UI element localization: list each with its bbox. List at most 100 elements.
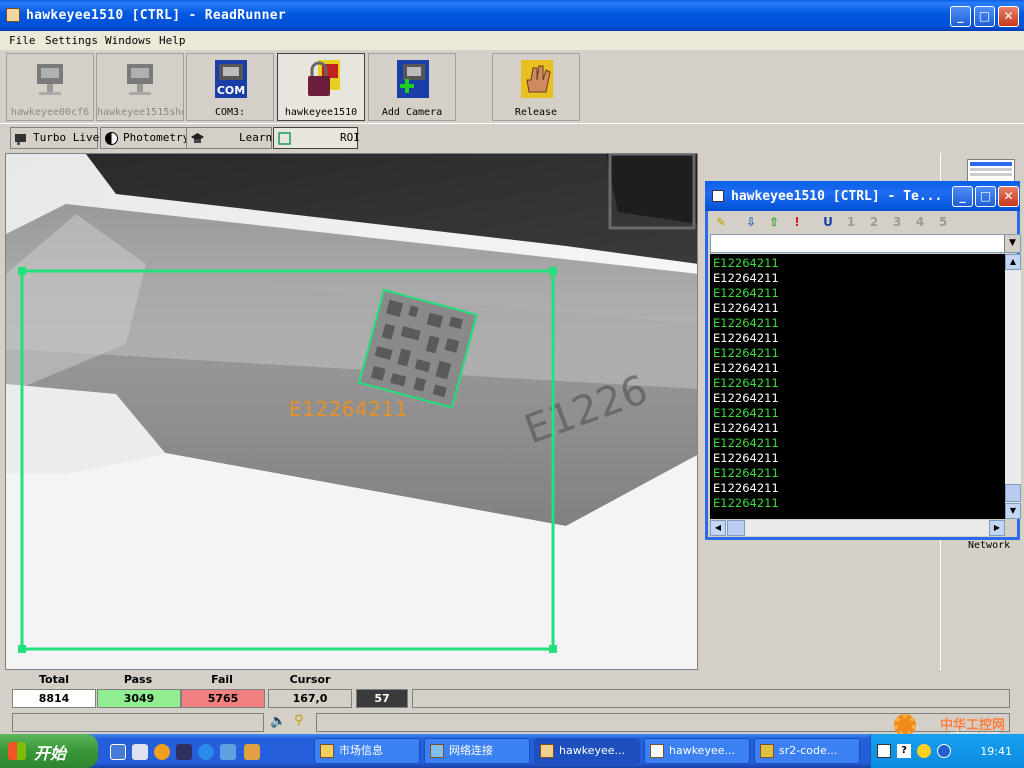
pixel-value: 57 [356, 689, 408, 708]
terminal-line: E12264211 [713, 481, 779, 495]
menu-windows[interactable]: Windows [105, 34, 151, 47]
tray-app-icon[interactable] [917, 744, 931, 758]
scroll-down-icon[interactable]: ▼ [1005, 503, 1021, 519]
quicklaunch-terminal-icon[interactable] [176, 744, 192, 760]
terminal-line: E12264211 [713, 301, 779, 315]
task-label: 市场信息 [339, 744, 383, 757]
terminal-vertical-scrollbar[interactable]: ▲ ▼ [1005, 254, 1021, 519]
scroll-left-icon[interactable]: ◀ [710, 520, 726, 536]
terminal-titlebar[interactable]: hawkeyee1510 [CTRL] - Te... _ □ ✕ [705, 181, 1020, 211]
trigger-icon[interactable]: ⚲ [294, 713, 308, 731]
gear-icon [894, 714, 916, 736]
camera-tile-hawkeyee1515shd[interactable]: hawkeyee1515shd [96, 53, 184, 121]
roi-handle-top-left[interactable] [18, 267, 26, 275]
terminal-line: E12264211 [713, 346, 779, 360]
terminal-line: E12264211 [713, 286, 779, 300]
camera-mini-icon [15, 134, 26, 145]
quicklaunch-network-icon[interactable] [220, 744, 236, 760]
scroll-thumb[interactable] [1005, 484, 1021, 502]
mode-label: Photometry [123, 131, 190, 144]
terminal-command-combo[interactable]: ▼ [710, 234, 1021, 253]
upload-icon[interactable]: ⇧ [766, 214, 782, 230]
chevron-down-icon[interactable]: ▼ [1004, 235, 1020, 252]
scroll-up-icon[interactable]: ▲ [1005, 254, 1021, 270]
channel-3-button[interactable]: 3 [889, 214, 905, 230]
tray-network-icon[interactable] [937, 744, 951, 758]
terminal-title: hawkeyee1510 [CTRL] - Te... [731, 189, 943, 204]
statistics-bar: Total Pass Fail Cursor 8814 3049 5765 16… [0, 670, 1024, 734]
speaker-icon[interactable]: 🔈 [270, 714, 286, 730]
task-button-1[interactable]: 市场信息 [314, 738, 420, 764]
folder-icon [320, 744, 334, 758]
camera-tile-hawkeyee00cf6[interactable]: hawkeyee00cf6 [6, 53, 94, 121]
terminal-close-button[interactable]: ✕ [998, 186, 1019, 207]
photometry-button[interactable]: Photometry [100, 127, 194, 149]
fail-count: 5765 [181, 689, 265, 708]
quicklaunch-ie-icon[interactable] [198, 744, 214, 760]
terminal-minimize-button[interactable]: _ [952, 186, 973, 207]
quicklaunch-document-icon[interactable] [132, 744, 148, 760]
task-button-3[interactable]: hawkeyee... [534, 738, 640, 764]
camera-label: Add Camera [381, 107, 443, 118]
minimize-button[interactable]: _ [950, 6, 971, 27]
camera-label: Release [514, 107, 558, 118]
terminal-line: E12264211 [713, 376, 779, 390]
camera-tile-com3[interactable]: COM COM3: [186, 53, 274, 121]
channel-4-button[interactable]: 4 [912, 214, 928, 230]
total-label: Total [38, 673, 70, 686]
desktop: hawkeyee1510 [CTRL] - ReadRunner _ □ ✕ F… [0, 0, 1024, 768]
terminal-output[interactable]: E12264211 E12264211 E12264211 E12264211 E122… [710, 254, 1005, 519]
task-button-5[interactable]: sr2-code... [754, 738, 860, 764]
scroll-right-icon[interactable]: ▶ [989, 520, 1005, 536]
task-button-4[interactable]: hawkeyee... [644, 738, 750, 764]
terminal-line: E12264211 [713, 421, 779, 435]
keyboard-icon[interactable] [877, 744, 891, 758]
terminal-maximize-button[interactable]: □ [975, 186, 996, 207]
roi-handle-top-right[interactable] [549, 267, 557, 275]
turbo-live-button[interactable]: Turbo Live [10, 127, 99, 149]
camera-label: hawkeyee1515shd [97, 107, 183, 118]
camera-label: hawkeyee00cf6 [10, 107, 90, 118]
tool-icon [760, 744, 774, 758]
mode-label: Learn [239, 131, 273, 144]
channel-1-button[interactable]: 1 [843, 214, 859, 230]
scroll-thumb[interactable] [727, 520, 745, 536]
pass-label: Pass [123, 673, 153, 686]
close-button[interactable]: ✕ [998, 6, 1019, 27]
terminal-toolbar: ✎ ⇩ ⇧ ! U 1 2 3 4 5 [708, 211, 1017, 233]
camera-icon [127, 64, 153, 95]
camera-image-view[interactable]: E1226 E12264211 [5, 153, 698, 670]
channel-5-button[interactable]: 5 [935, 214, 951, 230]
roi-handle-bottom-left[interactable] [18, 645, 26, 653]
network-label[interactable]: Network [968, 540, 1010, 551]
start-button[interactable]: 开始 [0, 734, 98, 768]
channel-2-button[interactable]: 2 [866, 214, 882, 230]
window-titlebar[interactable]: hawkeyee1510 [CTRL] - ReadRunner _ □ ✕ [0, 0, 1024, 31]
wand-icon[interactable]: ✎ [713, 214, 729, 230]
clock[interactable]: 19:41 [980, 745, 1012, 758]
menu-file[interactable]: File [9, 34, 36, 47]
task-button-2[interactable]: 网络连接 [424, 738, 530, 764]
maximize-button[interactable]: □ [974, 6, 995, 27]
release-button[interactable]: Release [492, 53, 580, 121]
help-icon[interactable]: ? [897, 744, 911, 758]
menu-settings[interactable]: Settings [45, 34, 98, 47]
quicklaunch-app-icon[interactable] [244, 744, 260, 760]
terminal-horizontal-scrollbar[interactable]: ◀ ▶ [710, 520, 1005, 536]
pass-count: 3049 [97, 689, 181, 708]
decoded-text-overlay: E12264211 [289, 397, 408, 421]
add-camera-button[interactable]: Add Camera [368, 53, 456, 121]
u-button[interactable]: U [820, 214, 836, 230]
learn-button[interactable]: Learn [186, 127, 272, 149]
quicklaunch-media-icon[interactable] [154, 744, 170, 760]
download-icon[interactable]: ⇩ [743, 214, 759, 230]
quicklaunch-maxthon-icon[interactable] [110, 744, 126, 760]
camera-tile-hawkeyee1510[interactable]: hawkeyee1510 [277, 53, 365, 121]
roi-button[interactable]: ROI [273, 127, 360, 149]
alert-icon[interactable]: ! [789, 214, 805, 230]
menu-help[interactable]: Help [159, 34, 186, 47]
system-tray: ? 19:41 [870, 734, 1024, 768]
roi-handle-bottom-right[interactable] [549, 645, 557, 653]
task-label: sr2-code... [779, 744, 838, 757]
readrunner-app-icon[interactable] [6, 8, 20, 22]
